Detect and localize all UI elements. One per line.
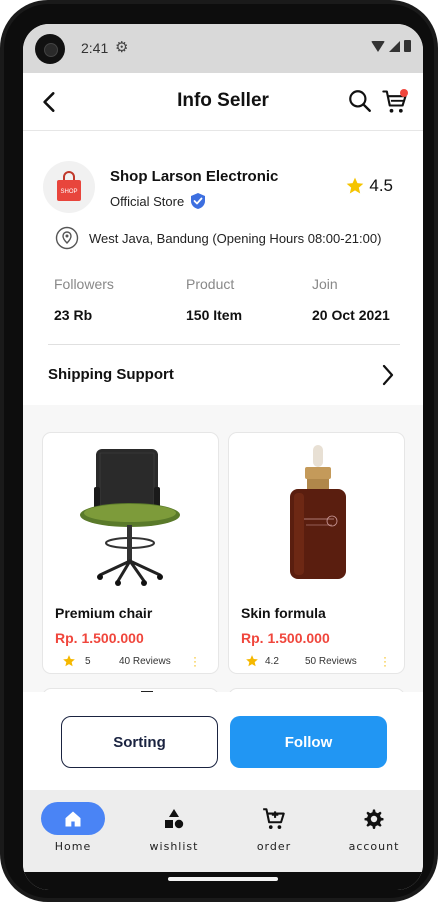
stat-value: 150 Item [186,307,243,323]
stat-label: Product [186,276,235,292]
product-reviews: 50 Reviews [305,656,357,667]
follow-button[interactable]: Follow [230,716,387,768]
verified-shield-icon [191,193,206,209]
seller-stats: Followers 23 Rb Product 150 Item Join 20… [54,276,399,326]
stat-label: Followers [54,276,114,292]
location-text: West Java, Bandung (Opening Hours 08:00-… [89,230,382,246]
seller-rating: 4.5 [345,176,393,196]
signal-icon [389,40,400,52]
stat-value: 23 Rb [54,307,93,323]
app-header: Info Seller [23,73,423,131]
product-meta: 4.2 50 Reviews · · · [241,651,401,671]
search-icon[interactable] [347,88,373,114]
gesture-bar [23,872,423,890]
product-name: Premium chair [55,605,153,621]
shop-logo-text: SHOP [60,189,77,195]
seller-rating-value: 4.5 [369,176,393,195]
product-card[interactable]: Premium chair Rp. 1.500.000 5 40 Reviews… [42,432,219,674]
chair-image [80,449,180,586]
gear-icon [364,809,384,829]
nav-label: order [256,840,292,853]
nav-label: wishlist [149,840,199,853]
status-time: 2:41 [81,40,109,56]
official-store-row: Official Store [110,192,206,210]
shopping-bag-icon: SHOP [57,171,81,201]
phone-frame: 2:41 ⚙ Info Seller SHOP Shop Larson Elec… [0,0,438,902]
shipping-support-row[interactable]: Shipping Support [23,345,423,405]
status-gear-icon: ⚙ [115,39,129,56]
nav-label: account [348,840,400,853]
product-name: Skin formula [241,605,326,621]
product-meta: 5 40 Reviews · · · [55,651,215,671]
more-options-icon[interactable]: · · · [383,651,387,671]
nav-label: Home [54,840,92,853]
shipping-support-label: Shipping Support [48,366,174,383]
home-icon [65,811,81,826]
status-icons [371,40,411,52]
star-icon [347,177,364,194]
cart-notification-dot [400,89,408,97]
location-row: West Java, Bandung (Opening Hours 08:00-… [55,226,381,250]
battery-icon [404,40,411,52]
star-icon [246,655,258,667]
product-image [48,439,215,594]
product-image [234,439,401,594]
screen: 2:41 ⚙ Info Seller SHOP Shop Larson Elec… [23,24,423,890]
shop-logo: SHOP [43,161,95,213]
stat-followers: Followers 23 Rb [54,276,114,323]
camera-cutout [35,34,65,64]
action-bar: Sorting Follow [23,692,423,790]
product-rating: 4.2 [265,656,279,667]
star-icon [63,655,75,667]
nav-active-pill [41,802,105,835]
product-rating: 5 [85,656,91,667]
location-pin-icon [55,226,79,250]
shapes-icon [165,808,184,828]
product-price: Rp. 1.500.000 [55,630,144,646]
nav-item-order[interactable]: order [234,802,314,853]
product-price: Rp. 1.500.000 [241,630,330,646]
chevron-right-icon [382,364,394,386]
stat-product: Product 150 Item [186,276,242,323]
official-store-label: Official Store [110,193,185,209]
phone-bezel: 2:41 ⚙ Info Seller SHOP Shop Larson Elec… [4,4,434,898]
product-card[interactable]: Skin formula Rp. 1.500.000 4.2 50 Review… [228,432,405,674]
seller-panel: SHOP Shop Larson Electronic Official Sto… [23,131,423,405]
bottom-nav: Home wishlist order account [23,790,423,872]
product-reviews: 40 Reviews [119,656,171,667]
cart-add-icon [263,807,285,829]
home-indicator[interactable] [168,877,278,881]
nav-item-account[interactable]: account [334,802,414,853]
sorting-button[interactable]: Sorting [61,716,218,768]
stat-value: 20 Oct 2021 [312,307,390,323]
stat-label: Join [312,276,338,292]
nav-item-wishlist[interactable]: wishlist [134,802,214,853]
nav-item-home[interactable]: Home [33,802,113,853]
more-options-icon[interactable]: · · · [193,651,197,671]
serum-bottle-image [290,445,346,579]
status-bar: 2:41 ⚙ [23,24,423,73]
wifi-icon [371,40,385,52]
stat-join: Join 20 Oct 2021 [312,276,390,323]
shop-name: Shop Larson Electronic [110,168,279,185]
